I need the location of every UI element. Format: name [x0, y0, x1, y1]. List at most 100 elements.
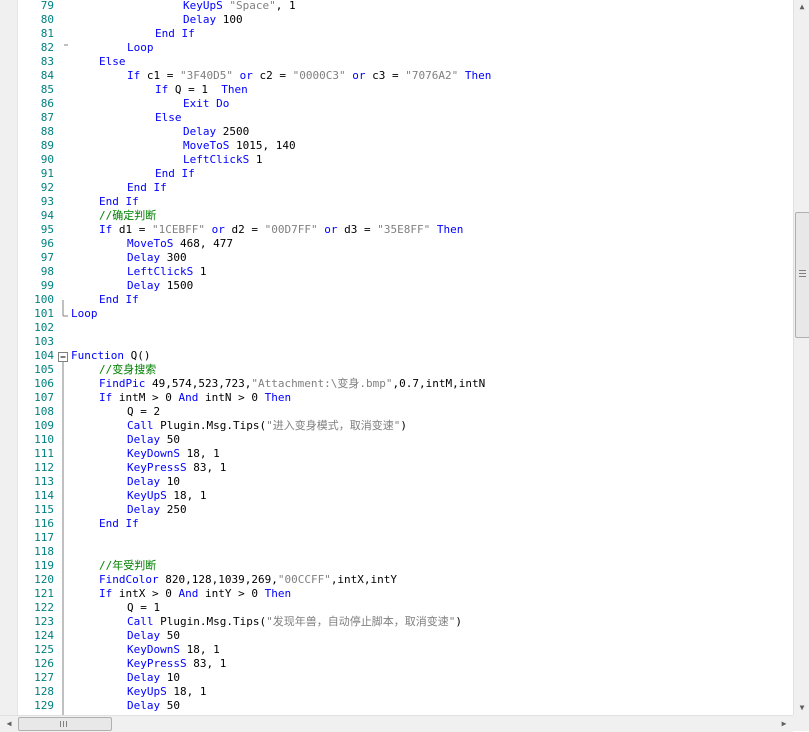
code-line[interactable]: 82 Loop — [0, 41, 793, 55]
code-line[interactable]: 100 End If — [0, 293, 793, 307]
keyword-token: Delay — [127, 251, 167, 264]
code-text: Q = 2 — [127, 405, 160, 419]
code-line[interactable]: 98 LeftClickS 1 — [0, 265, 793, 279]
code-line[interactable]: 102 — [0, 321, 793, 335]
code-line[interactable]: 104 Function Q() — [0, 349, 793, 363]
vertical-scroll-thumb[interactable] — [795, 212, 809, 338]
code-line[interactable]: 91 End If — [0, 167, 793, 181]
code-line[interactable]: 96 MoveToS 468, 477 — [0, 237, 793, 251]
code-line[interactable]: 84 If c1 = "3F40D5" or c2 = "0000C3" or c… — [0, 69, 793, 83]
code-line[interactable]: 113 Delay 10 — [0, 475, 793, 489]
line-number: 83 — [40, 55, 54, 68]
keyword-token: Delay — [127, 279, 167, 292]
comment-token: //年受判断 — [99, 559, 157, 572]
code-line[interactable]: 83 Else — [0, 55, 793, 69]
code-line[interactable]: 101 Loop — [0, 307, 793, 321]
line-number: 110 — [34, 433, 54, 446]
code-token: 50 — [166, 629, 180, 642]
code-text: End If — [99, 517, 139, 531]
code-line[interactable]: 122 Q = 1 — [0, 601, 793, 615]
code-line[interactable]: 119 //年受判断 — [0, 559, 793, 573]
line-number: 109 — [34, 419, 54, 432]
code-line[interactable]: 86 Exit Do — [0, 97, 793, 111]
code-line[interactable]: 110 Delay 50 — [0, 433, 793, 447]
code-line[interactable]: 126 KeyPressS 83, 1 — [0, 657, 793, 671]
keyword-token: KeyUpS — [127, 489, 174, 502]
code-token: 1015, 140 — [235, 139, 296, 152]
keyword-token: Exit Do — [183, 97, 230, 110]
code-text: Delay 250 — [127, 503, 187, 517]
grip-line — [799, 276, 806, 277]
code-line[interactable]: 89 MoveToS 1015, 140 — [0, 139, 793, 153]
arrow-right-icon[interactable]: ▶ — [777, 716, 791, 732]
code-line[interactable]: 115 Delay 250 — [0, 503, 793, 517]
code-editor[interactable]: 79 KeyUpS "Space", 1 80 Delay 100 81 End If 82… — [0, 0, 793, 715]
code-token: d3 = — [344, 223, 378, 236]
keyword-token: FindPic — [99, 377, 152, 390]
code-line[interactable]: 95 If d1 = "1CEBFF" or d2 = "00D7FF" or d… — [0, 223, 793, 237]
code-token: intX > 0 — [118, 587, 179, 600]
horizontal-scrollbar[interactable]: ◀ ▶ — [0, 715, 793, 732]
string-token: "1CEBFF" — [152, 223, 205, 236]
code-line[interactable]: 117 — [0, 531, 793, 545]
line-number: 81 — [40, 27, 54, 40]
code-line[interactable]: 106 FindPic 49,574,523,723,"Attachment:\变… — [0, 377, 793, 391]
code-line[interactable]: 111 KeyDownS 18, 1 — [0, 447, 793, 461]
arrow-left-icon[interactable]: ◀ — [2, 716, 16, 732]
code-line[interactable]: 123 Call Plugin.Msg.Tips("发现年兽，自动停止脚本，取消变… — [0, 615, 793, 629]
line-number: 104 — [34, 349, 54, 362]
code-line[interactable]: 118 — [0, 545, 793, 559]
code-line[interactable]: 93 End If — [0, 195, 793, 209]
vertical-scrollbar[interactable]: ▲ ▼ — [793, 0, 809, 715]
comment-token: //确定判断 — [99, 209, 157, 222]
code-line[interactable]: 99 Delay 1500 — [0, 279, 793, 293]
horizontal-scroll-thumb[interactable] — [18, 717, 112, 731]
code-text: KeyDownS 18, 1 — [127, 447, 220, 461]
code-line[interactable]: 124 Delay 50 — [0, 629, 793, 643]
code-line[interactable]: 107 If intM > 0 And intN > 0 Then — [0, 391, 793, 405]
code-line[interactable]: 125 KeyDownS 18, 1 — [0, 643, 793, 657]
keyword-token: KeyUpS — [127, 685, 174, 698]
code-text: If c1 = "3F40D5" or c2 = "0000C3" or c3 … — [127, 69, 491, 83]
code-text: Loop — [71, 307, 98, 321]
line-number: 97 — [40, 251, 54, 264]
code-line[interactable]: 128 KeyUpS 18, 1 — [0, 685, 793, 699]
keyword-token: If — [155, 83, 175, 96]
grip-line — [799, 273, 806, 274]
code-line[interactable]: 129 Delay 50 — [0, 699, 793, 713]
code-line[interactable]: 112 KeyPressS 83, 1 — [0, 461, 793, 475]
code-line[interactable]: 105 //变身搜索 — [0, 363, 793, 377]
code-line[interactable]: 108 Q = 2 — [0, 405, 793, 419]
code-line[interactable]: 88 Delay 2500 — [0, 125, 793, 139]
code-line[interactable]: 116 End If — [0, 517, 793, 531]
code-line[interactable]: 103 — [0, 335, 793, 349]
code-line[interactable]: 109 Call Plugin.Msg.Tips("进入变身模式，取消变速") — [0, 419, 793, 433]
line-number: 107 — [34, 391, 54, 404]
code-line[interactable]: 90 LeftClickS 1 — [0, 153, 793, 167]
keyword-token: If — [127, 69, 147, 82]
line-number: 108 — [34, 405, 54, 418]
string-token: "0000C3" — [292, 69, 346, 82]
code-token: intM > 0 — [118, 391, 179, 404]
code-line[interactable]: 120 FindColor 820,128,1039,269,"00CCFF",i… — [0, 573, 793, 587]
keyword-token: MoveToS — [127, 237, 180, 250]
code-line[interactable]: 87 Else — [0, 111, 793, 125]
code-line[interactable]: 114 KeyUpS 18, 1 — [0, 489, 793, 503]
code-line[interactable]: 81 End If — [0, 27, 793, 41]
code-line[interactable]: 79 KeyUpS "Space", 1 — [0, 0, 793, 13]
code-text: //确定判断 — [99, 209, 156, 223]
arrow-up-icon[interactable]: ▲ — [794, 0, 809, 14]
keyword-token: And — [178, 391, 205, 404]
code-line[interactable]: 94 //确定判断 — [0, 209, 793, 223]
code-line[interactable]: 127 Delay 10 — [0, 671, 793, 685]
code-line[interactable]: 80 Delay 100 — [0, 13, 793, 27]
code-line[interactable]: 92 End If — [0, 181, 793, 195]
code-line[interactable]: 85 If Q = 1 Then — [0, 83, 793, 97]
code-token: 100 — [222, 13, 243, 26]
code-line[interactable]: 97 Delay 300 — [0, 251, 793, 265]
code-text: Else — [155, 111, 182, 125]
code-token: 1500 — [166, 279, 194, 292]
code-text: End If — [99, 195, 139, 209]
code-line[interactable]: 121 If intX > 0 And intY > 0 Then — [0, 587, 793, 601]
arrow-down-icon[interactable]: ▼ — [794, 701, 809, 715]
